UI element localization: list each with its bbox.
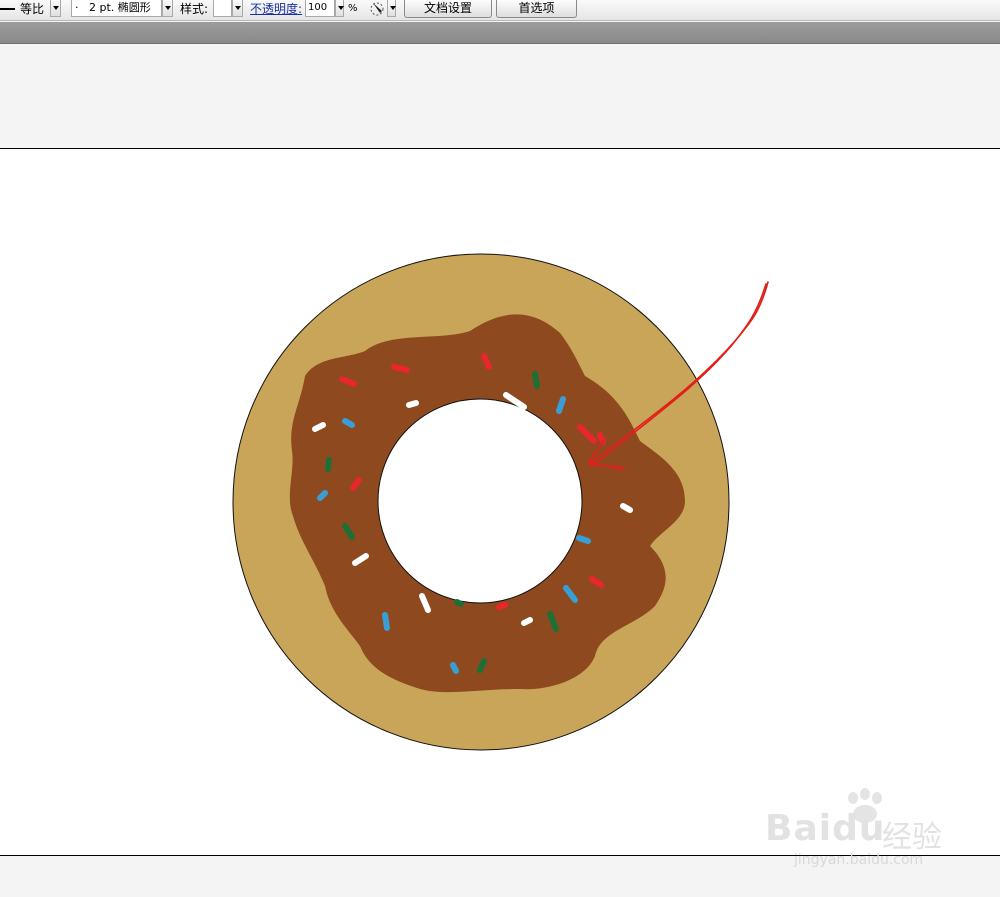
- style-dropdown-arrow-icon[interactable]: [232, 0, 243, 17]
- sprinkle: [312, 422, 326, 432]
- profile-dropdown-arrow-icon[interactable]: [50, 0, 61, 17]
- opacity-unit: %: [348, 3, 358, 14]
- graphic-style-icon[interactable]: [368, 0, 386, 18]
- watermark-product: 经验: [882, 820, 942, 855]
- preferences-button[interactable]: 首选项: [496, 0, 577, 18]
- brush-dropdown-arrow-icon[interactable]: [162, 0, 173, 17]
- sprinkle: [532, 371, 540, 389]
- sprinkle: [450, 662, 459, 674]
- brush-dot: ·: [75, 1, 79, 14]
- sprinkle: [391, 364, 410, 373]
- sprinkle: [521, 617, 533, 626]
- sprinkle: [325, 457, 332, 472]
- artboard[interactable]: [0, 148, 1000, 856]
- sprinkle: [477, 658, 487, 673]
- donut-hole: [377, 398, 583, 604]
- document-setup-button[interactable]: 文档设置: [404, 0, 492, 18]
- document-tab-bar: [0, 22, 1000, 44]
- sprinkle: [382, 612, 390, 631]
- sprinkle: [406, 400, 419, 408]
- sprinkle: [576, 535, 591, 544]
- graphic-style-dropdown-arrow-icon[interactable]: [387, 0, 396, 17]
- baidu-watermark: Baidu 经验 jingyan.baidu.com: [760, 786, 960, 876]
- stroke-profile-line-icon[interactable]: [0, 8, 15, 10]
- sprinkle: [317, 490, 328, 501]
- sprinkle: [454, 599, 464, 607]
- brush-definition-field[interactable]: · 2 pt. 椭圆形: [71, 0, 162, 17]
- pasteboard: [0, 44, 1000, 148]
- sprinkle: [556, 396, 566, 414]
- watermark-url: jingyan.baidu.com: [794, 852, 924, 868]
- sprinkle: [342, 418, 355, 428]
- donut-artwork[interactable]: [0, 149, 1000, 855]
- brush-value: 2 pt. 椭圆形: [89, 1, 151, 14]
- profile-label[interactable]: 等比: [20, 0, 44, 18]
- sprinkle: [496, 602, 508, 610]
- opacity-input[interactable]: 100: [305, 0, 335, 17]
- style-label: 样式:: [180, 2, 209, 16]
- watermark-brand: Baidu: [765, 808, 886, 849]
- style-swatch[interactable]: [213, 0, 232, 17]
- opacity-label[interactable]: 不透明度:: [250, 0, 302, 18]
- sprinkle: [620, 503, 633, 513]
- control-bar: 等比 · 2 pt. 椭圆形 样式: 不透明度: 100 % 文档设置 首选项: [0, 0, 1000, 21]
- opacity-slider-arrow-icon[interactable]: [335, 0, 344, 17]
